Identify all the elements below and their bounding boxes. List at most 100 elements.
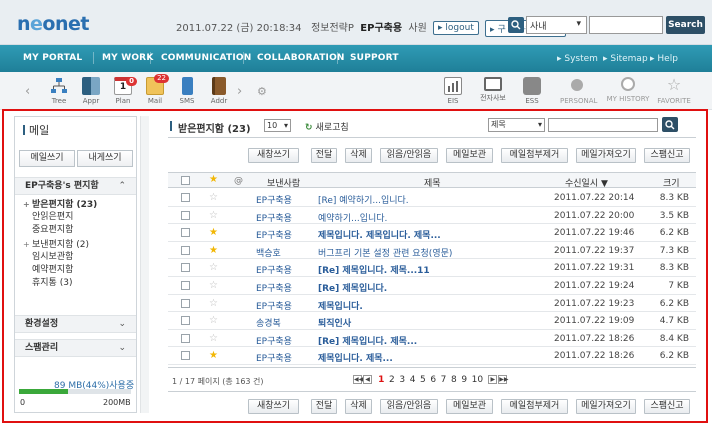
star-icon[interactable]: ☆ [209, 298, 218, 309]
tool-personal[interactable]: PERSONAL [560, 77, 597, 105]
mail-row[interactable]: ★ EP구축용 제목입니다. 제목... 2011.07.22 18:26 6.2 KB [168, 347, 696, 365]
row-checkbox[interactable] [181, 228, 190, 238]
row-checkbox[interactable] [181, 298, 190, 308]
archive-button[interactable]: 메일보관 [446, 399, 493, 414]
nav-collaboration[interactable]: COLLABORATION [257, 53, 345, 63]
search-scope-select[interactable]: 사내 ▾ [526, 16, 587, 34]
forward-button[interactable]: 전달 [311, 148, 337, 163]
mail-sender[interactable]: EP구축용 [256, 299, 292, 312]
new-window-write-button[interactable]: 새창쓰기 [248, 399, 299, 414]
mail-row[interactable]: ☆ EP구축용 [Re] 예약하기...입니다. 2011.07.22 20:14 8.… [168, 189, 696, 207]
mail-row[interactable]: ☆ EP구축용 [Re] 제목입니다. 2011.07.22 19:24 7 KB [168, 277, 696, 295]
mail-sender[interactable]: EP구축용 [256, 281, 292, 294]
mail-row[interactable]: ☆ EP구축용 예약하기...입니다. 2011.07.22 20:00 3.5 KB [168, 207, 696, 225]
scroll-right-icon[interactable]: › [237, 84, 242, 99]
nav-communication[interactable]: COMMUNICATION [161, 53, 252, 63]
folder-important[interactable]: 중요편지함 [23, 224, 133, 237]
page-number[interactable]: 1 [378, 375, 384, 385]
mailbox-section[interactable]: EP구축용's 편지함 ⌃ [15, 177, 136, 195]
prev-page-icon[interactable]: ◀ [363, 375, 372, 384]
mail-subject[interactable]: 제목입니다. 제목... [318, 351, 393, 364]
report-spam-button[interactable]: 스팸신고 [644, 148, 690, 163]
delete-button[interactable]: 삭제 [345, 148, 372, 163]
filter-search-button[interactable] [662, 117, 678, 132]
tool-plan[interactable]: 1 0 Plan [108, 77, 138, 105]
star-icon[interactable]: ☆ [209, 263, 218, 273]
star-icon[interactable]: ★ [209, 228, 218, 238]
row-checkbox[interactable] [181, 333, 190, 343]
settings-gear-icon[interactable]: ⚙ [257, 85, 267, 98]
mail-sender[interactable]: EP구축용 [256, 211, 292, 224]
expand-icon[interactable]: + [23, 238, 32, 251]
mail-row[interactable]: ☆ EP구축용 제목입니다. 2011.07.22 19:23 6.2 KB [168, 295, 696, 313]
new-window-write-button[interactable]: 새창쓰기 [248, 148, 299, 163]
star-icon[interactable]: ★ [209, 245, 218, 256]
tool-ess[interactable]: ESS [517, 77, 547, 105]
folder-inbox[interactable]: + 받은편지함 (23) [23, 198, 133, 211]
next-page-icon[interactable]: ▶ [488, 375, 498, 384]
mail-sender[interactable]: EP구축용 [256, 193, 292, 206]
fetch-mail-button[interactable]: 메일가져오기 [576, 148, 636, 163]
tool-tree[interactable]: Tree [44, 77, 74, 105]
star-icon[interactable]: ☆ [209, 193, 218, 203]
mail-row[interactable]: ☆ EP구축용 [Re] 제목입니다. 제목... 2011.07.22 18:26 8… [168, 330, 696, 348]
mail-subject[interactable]: [Re] 제목입니다. [318, 281, 387, 294]
search-button[interactable]: Search [666, 16, 705, 34]
nav-sitemap[interactable]: ▸ Sitemap [603, 54, 648, 64]
col-size[interactable]: 크기 [663, 176, 680, 189]
last-page-icon[interactable]: ▶▶ [498, 375, 509, 384]
mail-sender[interactable]: EP구축용 [256, 334, 292, 347]
page-number[interactable]: 9 [461, 375, 467, 385]
row-checkbox[interactable] [181, 263, 190, 273]
tool-sms[interactable]: SMS [172, 77, 202, 105]
mail-subject[interactable]: 퇴직인사 [318, 316, 351, 329]
logout-button[interactable]: ▸ logout [433, 21, 479, 35]
page-number[interactable]: 6 [430, 375, 436, 385]
nav-help[interactable]: ▸ Help [650, 54, 678, 64]
star-icon[interactable]: ☆ [209, 333, 218, 344]
mail-sender[interactable]: 송경복 [256, 316, 281, 329]
mail-sender[interactable]: EP구축용 [256, 263, 292, 276]
search-input[interactable] [589, 16, 663, 34]
nav-my-work[interactable]: MY WORK [102, 53, 154, 63]
remove-attachment-button[interactable]: 메일첨부제거 [501, 399, 568, 414]
folder-drafts[interactable]: 임시보관함 [23, 251, 133, 264]
tool-my-history[interactable]: MY HISTORY [606, 77, 650, 103]
mail-subject[interactable]: [Re] 제목입니다. 제목... [318, 334, 417, 347]
mail-subject[interactable]: 제목입니다. [318, 299, 363, 312]
tool-addr[interactable]: Addr [204, 77, 234, 105]
scroll-left-icon[interactable]: ‹ [25, 84, 30, 99]
nav-support[interactable]: SUPPORT [350, 53, 399, 63]
mail-subject[interactable]: 버그프리 기본 설정 관련 요청(영문) [318, 246, 452, 259]
star-icon[interactable]: ★ [209, 351, 218, 361]
page-size-select[interactable]: 10 ▾ [264, 119, 291, 132]
page-number[interactable]: 2 [389, 375, 395, 385]
filter-field-select[interactable]: 제목 ▾ [488, 118, 545, 132]
page-number[interactable]: 10 [472, 375, 483, 385]
tool-appr[interactable]: Appr [76, 77, 106, 105]
nav-my-portal[interactable]: MY PORTAL [23, 53, 82, 63]
star-icon[interactable]: ☆ [209, 281, 218, 291]
archive-button[interactable]: 메일보관 [446, 148, 493, 163]
select-all-checkbox[interactable] [181, 176, 190, 185]
mail-row[interactable]: ★ EP구축용 제목입니다. 제목입니다. 제목... 2011.07.22 19:4… [168, 224, 696, 242]
mail-sender[interactable]: EP구축용 [256, 351, 292, 364]
row-checkbox[interactable] [181, 193, 190, 202]
page-number[interactable]: 7 [441, 375, 447, 385]
col-subject[interactable]: 제목 [424, 176, 441, 189]
mail-row[interactable]: ★ 백승호 버그프리 기본 설정 관련 요청(영문) 2011.07.22 19:37… [168, 242, 696, 260]
star-icon[interactable]: ☆ [209, 210, 218, 221]
page-number[interactable]: 8 [451, 375, 457, 385]
folder-sent[interactable]: + 보낸편지함 (2) [23, 238, 133, 251]
remove-attachment-button[interactable]: 메일첨부제거 [501, 148, 568, 163]
refresh-button[interactable]: ↻ 새로고침 [305, 120, 349, 133]
mail-row[interactable]: ☆ EP구축용 [Re] 제목입니다. 제목...11 2011.07.22 19:3… [168, 259, 696, 277]
col-date[interactable]: 수신일시 ▼ [565, 176, 608, 189]
filter-input[interactable] [548, 118, 658, 132]
row-checkbox[interactable] [181, 316, 190, 326]
read-toggle-button[interactable]: 읽음/안읽음 [380, 399, 438, 414]
row-checkbox[interactable] [181, 281, 190, 290]
page-number[interactable]: 4 [410, 375, 416, 385]
report-spam-button[interactable]: 스팸신고 [644, 399, 690, 414]
page-number[interactable]: 5 [420, 375, 426, 385]
